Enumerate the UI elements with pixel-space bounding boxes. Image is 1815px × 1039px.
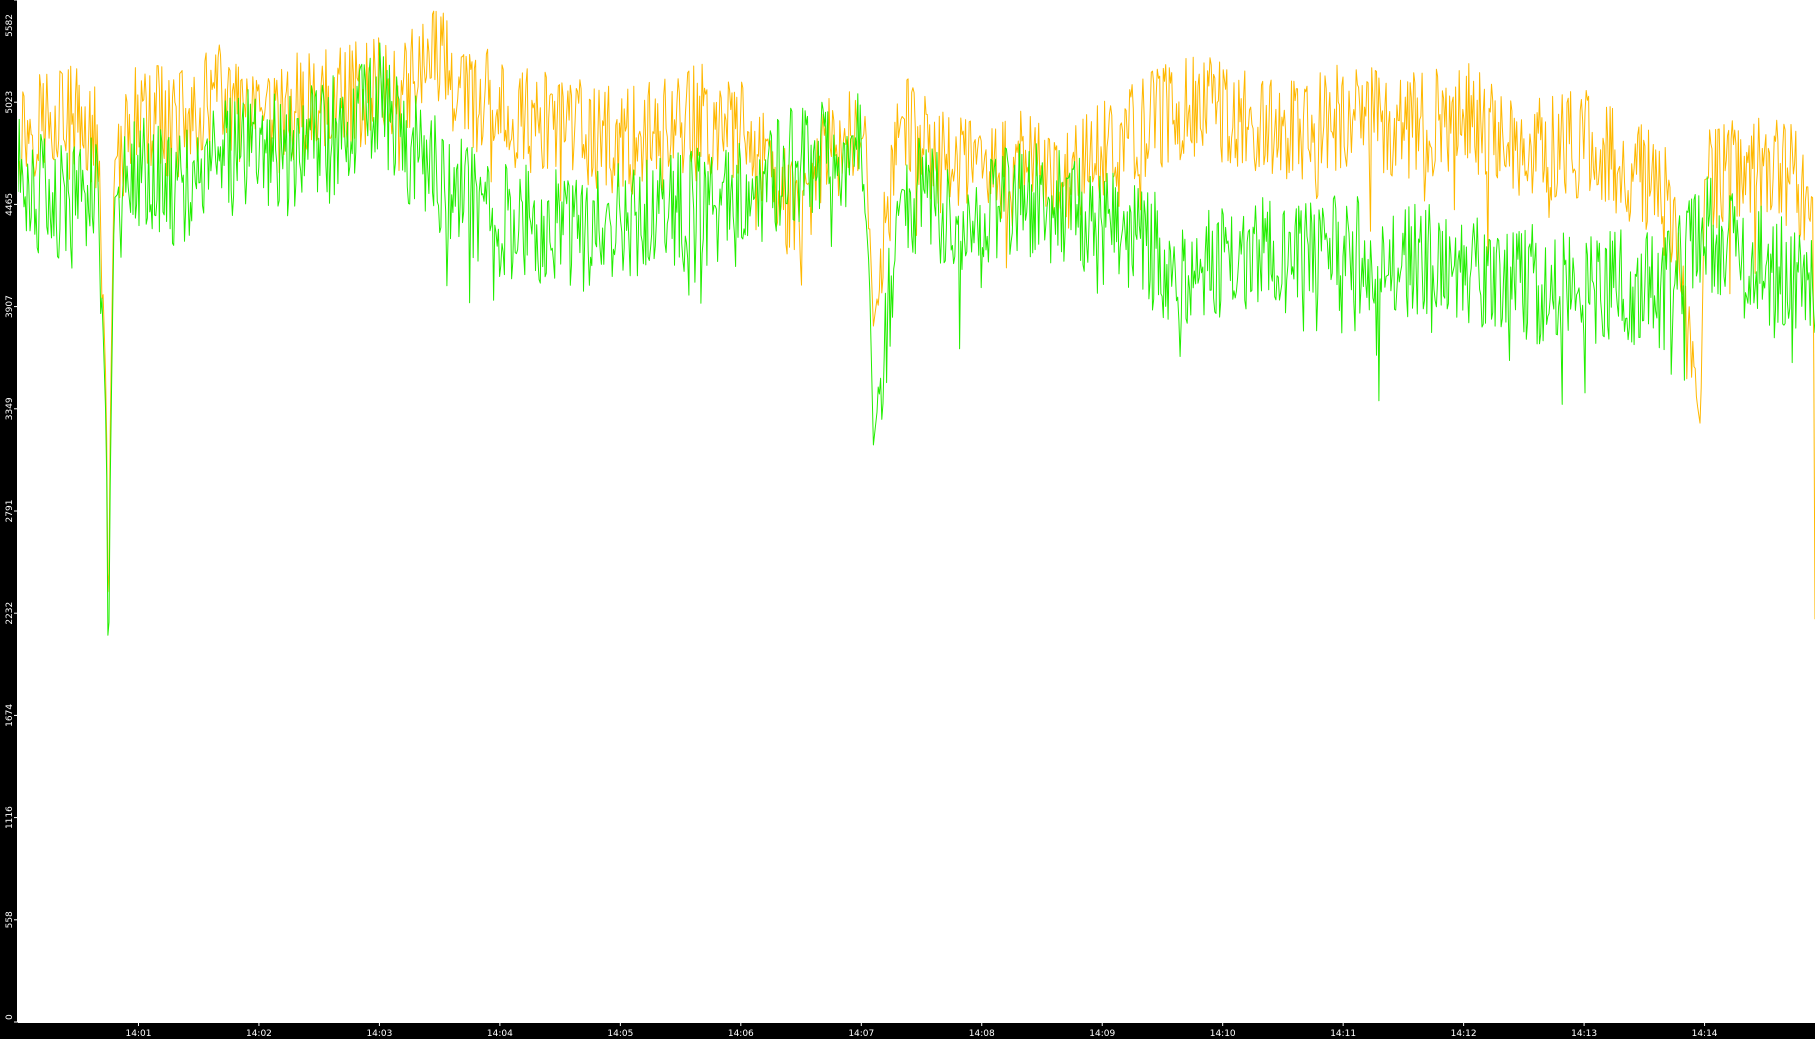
x-tick-label: 14:11 xyxy=(1330,1029,1356,1039)
y-tick-label: 2791 xyxy=(5,500,15,523)
x-tick-label: 14:10 xyxy=(1210,1029,1236,1039)
x-tick-label: 14:01 xyxy=(126,1029,152,1039)
y-tick-label: 5023 xyxy=(5,91,15,114)
y-tick-label: 3349 xyxy=(5,397,15,420)
y-tick-label: 0 xyxy=(5,1014,15,1020)
plot-background xyxy=(18,0,1815,1022)
x-tick-label: 14:05 xyxy=(607,1029,633,1039)
y-tick-label: 1674 xyxy=(5,704,15,727)
y-tick-label: 2232 xyxy=(5,602,15,625)
x-tick-label: 14:14 xyxy=(1692,1029,1718,1039)
x-tick-label: 14:03 xyxy=(366,1029,392,1039)
y-tick-label: 1116 xyxy=(5,806,15,829)
y-tick-label: 5582 xyxy=(5,14,15,37)
x-tick-label: 14:04 xyxy=(487,1029,513,1039)
x-tick-label: 14:13 xyxy=(1571,1029,1597,1039)
x-tick-label: 14:12 xyxy=(1451,1029,1477,1039)
chart: 0 558 1116 1674 2232 2791 3349 3907 4465 5023 5582… xyxy=(0,0,1815,1039)
y-tick-label: 3907 xyxy=(5,295,15,318)
x-tick-label: 14:09 xyxy=(1089,1029,1115,1039)
y-tick-label: 4465 xyxy=(5,193,15,216)
x-tick-label: 14:02 xyxy=(246,1029,272,1039)
x-tick-label: 14:08 xyxy=(969,1029,995,1039)
chart-svg: 0 558 1116 1674 2232 2791 3349 3907 4465 5023 5582… xyxy=(5,0,1815,1039)
x-tick-label: 14:06 xyxy=(728,1029,754,1039)
y-tick-label: 558 xyxy=(5,911,15,928)
x-tick-label: 14:07 xyxy=(848,1029,874,1039)
